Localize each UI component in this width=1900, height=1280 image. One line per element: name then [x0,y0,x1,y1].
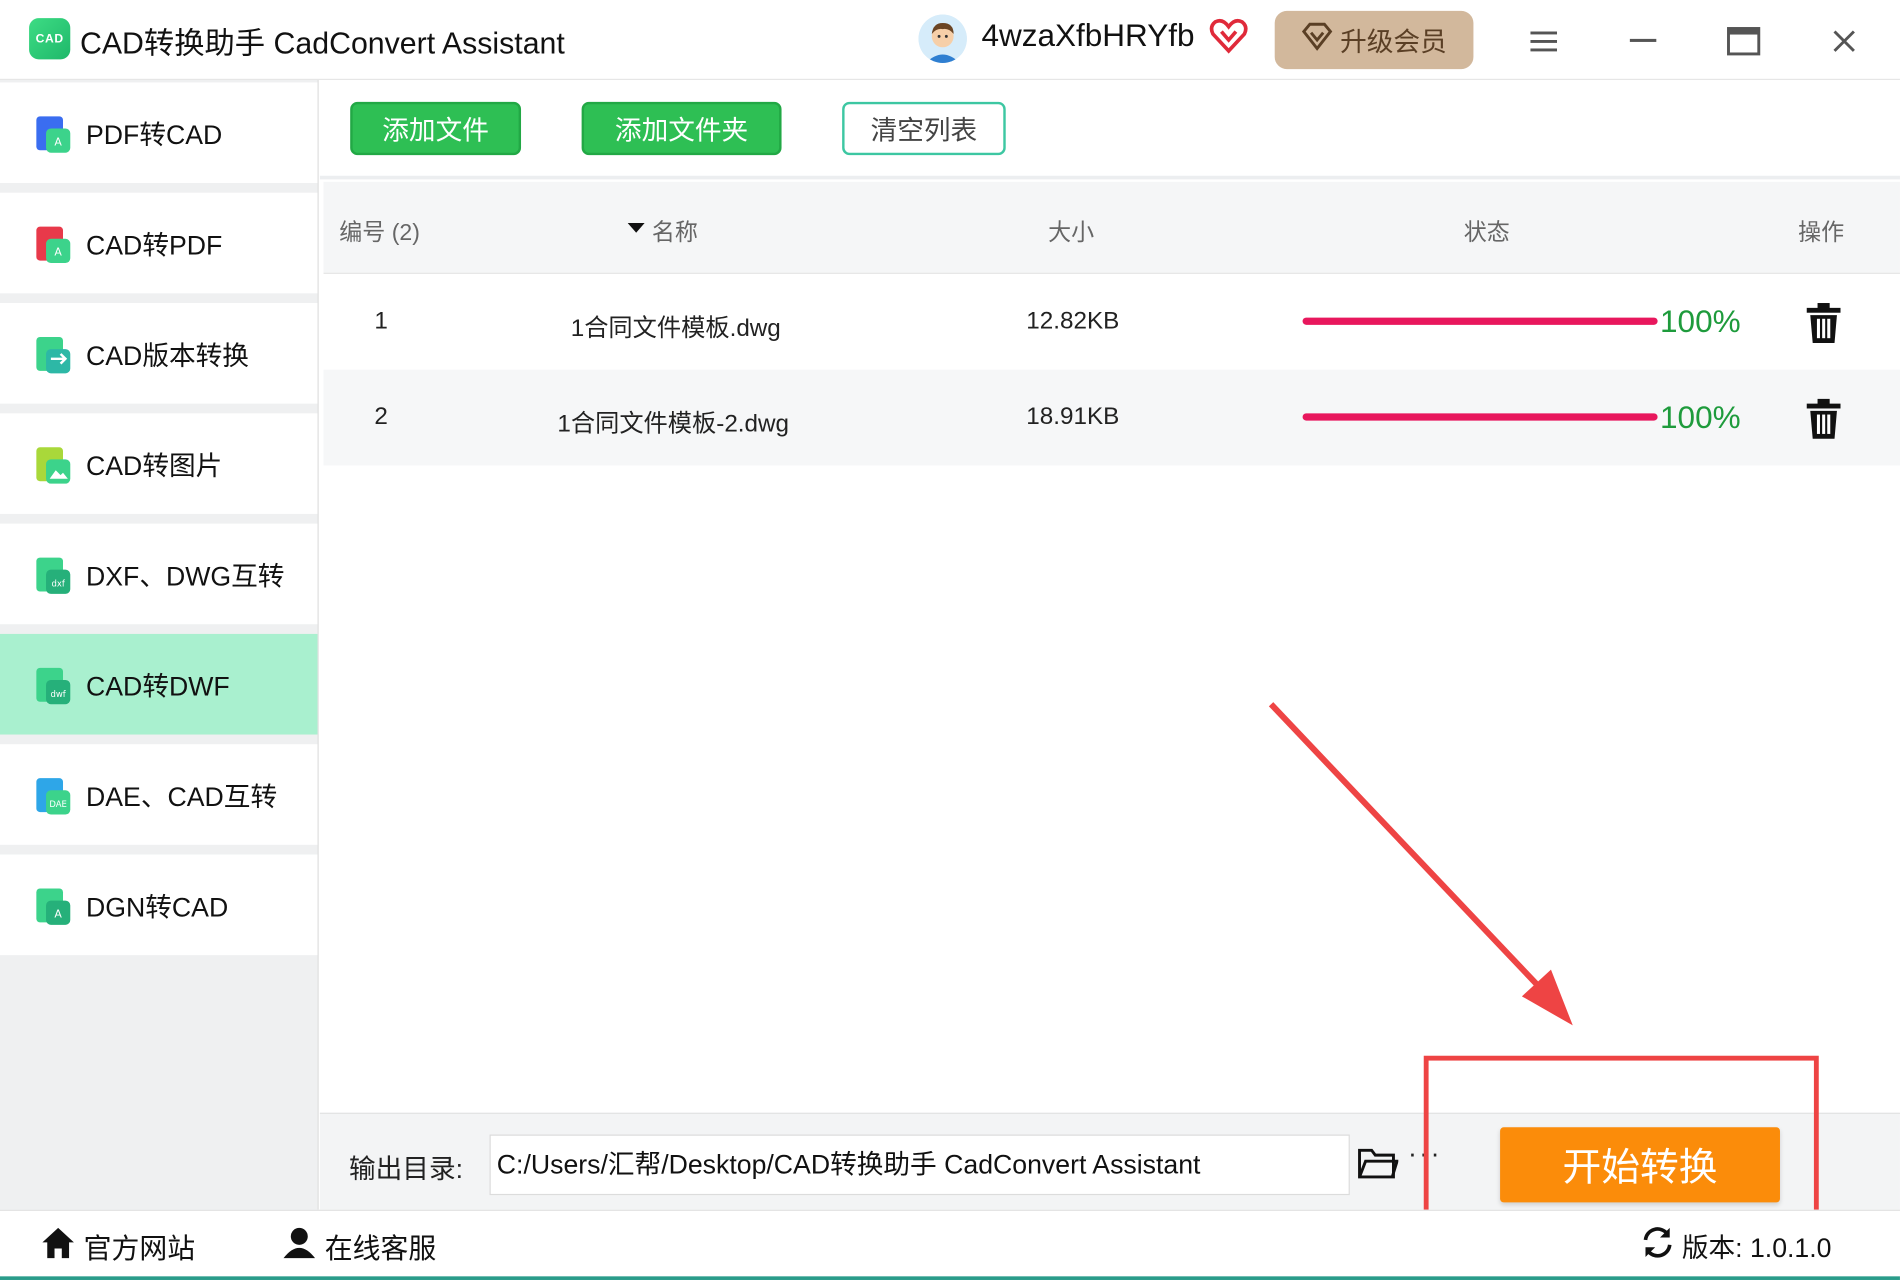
sidebar-item-label: CAD转PDF [86,229,223,260]
file-table: 编号 (2) 名称 大小 状态 操作 1 1合同文件模板.dwg 12.82KB… [323,181,1900,466]
sidebar-item-label: CAD转图片 [86,450,223,481]
folder-open-icon[interactable] [1357,1145,1400,1181]
dgn-to-cad-icon: A [29,883,73,927]
app-window: CAD CAD转换助手 CadConvert Assistant 4wzaXfb… [0,0,1900,1280]
sidebar: A PDF转CAD A CAD转PDF CAD版本转换 CAD转图片 dxf D… [0,79,319,1210]
svg-text:DAE: DAE [49,799,67,809]
progress-bar [1302,317,1658,325]
dxf-dwg-icon: dxf [29,552,73,596]
pdf-to-cad-icon: A [29,111,73,155]
row-filesize: 18.91KB [1026,403,1120,431]
delete-icon[interactable] [1806,303,1841,344]
row-filename: 1合同文件模板-2.dwg [557,410,790,438]
avatar[interactable] [918,14,967,64]
add-file-button[interactable]: 添加文件 [350,101,522,156]
close-icon[interactable] [1820,17,1868,65]
row-filename: 1合同文件模板.dwg [570,315,781,342]
diamond-icon [1301,22,1333,58]
table-row[interactable]: 1 1合同文件模板.dwg 12.82KB 100% [324,274,1900,370]
cad-version-icon [29,332,73,376]
sidebar-item-label: CAD转DWF [86,670,230,702]
column-size[interactable]: 大小 [1048,215,1094,248]
bottom-accent-line [0,1276,1900,1280]
website-link[interactable]: 官方网站 [40,1225,195,1266]
column-index[interactable]: 编号 (2) [339,215,420,248]
row-index: 1 [374,307,388,335]
upgrade-member-button[interactable]: 升级会员 [1274,10,1474,70]
username: 4wzaXfbHRYfb [981,16,1195,54]
sidebar-item-cad-to-image[interactable]: CAD转图片 [0,413,318,514]
sort-down-icon[interactable] [627,215,645,242]
refresh-icon [1641,1225,1675,1266]
support-user-icon [281,1225,317,1266]
start-convert-button[interactable]: 开始转换 [1500,1127,1780,1203]
maximize-icon[interactable] [1719,17,1767,65]
version-label: 版本: 1.0.1.0 [1681,1232,1832,1264]
sidebar-item-label: PDF转CAD [86,119,223,150]
cad-to-pdf-icon: A [29,221,73,265]
progress-percent: 100% [1660,303,1741,340]
table-header: 编号 (2) 名称 大小 状态 操作 [323,181,1900,274]
progress-bar [1302,413,1658,421]
row-filesize: 12.82KB [1026,307,1120,335]
vip-heart-icon [1209,17,1248,56]
more-options-button[interactable]: ··· [1408,1138,1442,1170]
svg-text:dxf: dxf [51,578,65,588]
home-icon [40,1225,76,1266]
sidebar-item-pdf-to-cad[interactable]: A PDF转CAD [0,82,318,184]
title-bar: CAD CAD转换助手 CadConvert Assistant 4wzaXfb… [0,0,1900,80]
output-bar: 输出目录: C:/Users/汇帮/Desktop/CAD转换助手 CadCon… [319,1112,1900,1210]
upgrade-label: 升级会员 [1340,26,1447,57]
sidebar-item-label: DAE、CAD互转 [86,781,278,812]
output-path-field[interactable]: C:/Users/汇帮/Desktop/CAD转换助手 CadConvert A… [489,1134,1350,1196]
svg-text:A: A [54,245,62,258]
toolbar: 添加文件 添加文件夹 清空列表 [319,79,1900,180]
column-action: 操作 [1798,220,1845,247]
menu-icon[interactable] [1519,17,1567,65]
sidebar-item-dae-cad[interactable]: DAE DAE、CAD互转 [0,744,318,845]
version-info[interactable]: 版本: 1.0.1.0 [1641,1225,1832,1266]
sidebar-item-cad-version[interactable]: CAD版本转换 [0,303,318,404]
dae-cad-icon: DAE [29,773,73,817]
column-name[interactable]: 名称 [652,215,698,248]
app-title: CAD转换助手 CadConvert Assistant [79,26,565,61]
cad-to-image-icon [29,442,73,486]
sidebar-item-cad-to-dwf[interactable]: dwf CAD转DWF [0,633,318,735]
support-link[interactable]: 在线客服 [281,1225,436,1266]
svg-text:A: A [54,135,62,148]
sidebar-item-cad-to-pdf[interactable]: A CAD转PDF [0,192,318,294]
app-logo: CAD [29,18,71,60]
svg-text:A: A [54,907,62,920]
sidebar-item-label: DGN转CAD [86,891,229,922]
add-folder-button[interactable]: 添加文件夹 [581,101,782,156]
sidebar-item-label: DXF、DWG互转 [86,560,285,591]
website-label: 官方网站 [83,1232,196,1265]
sidebar-item-label: CAD版本转换 [86,339,249,371]
output-dir-label: 输出目录: [348,1153,464,1185]
progress-percent: 100% [1660,398,1741,436]
sidebar-item-dgn-to-cad[interactable]: A DGN转CAD [0,854,318,956]
svg-text:dwf: dwf [51,688,67,698]
cad-to-dwf-icon: dwf [29,662,73,706]
delete-icon[interactable] [1806,398,1841,440]
support-label: 在线客服 [324,1232,437,1265]
status-bar: 官方网站 在线客服 版本: 1.0.1.0 [0,1209,1900,1280]
row-index: 2 [374,403,388,431]
table-row[interactable]: 2 1合同文件模板-2.dwg 18.91KB 100% [323,369,1900,466]
sidebar-item-dxf-dwg[interactable]: dxf DXF、DWG互转 [0,523,318,625]
clear-list-button[interactable]: 清空列表 [842,101,1006,156]
minimize-icon[interactable] [1619,17,1667,65]
column-status: 状态 [1463,220,1510,247]
